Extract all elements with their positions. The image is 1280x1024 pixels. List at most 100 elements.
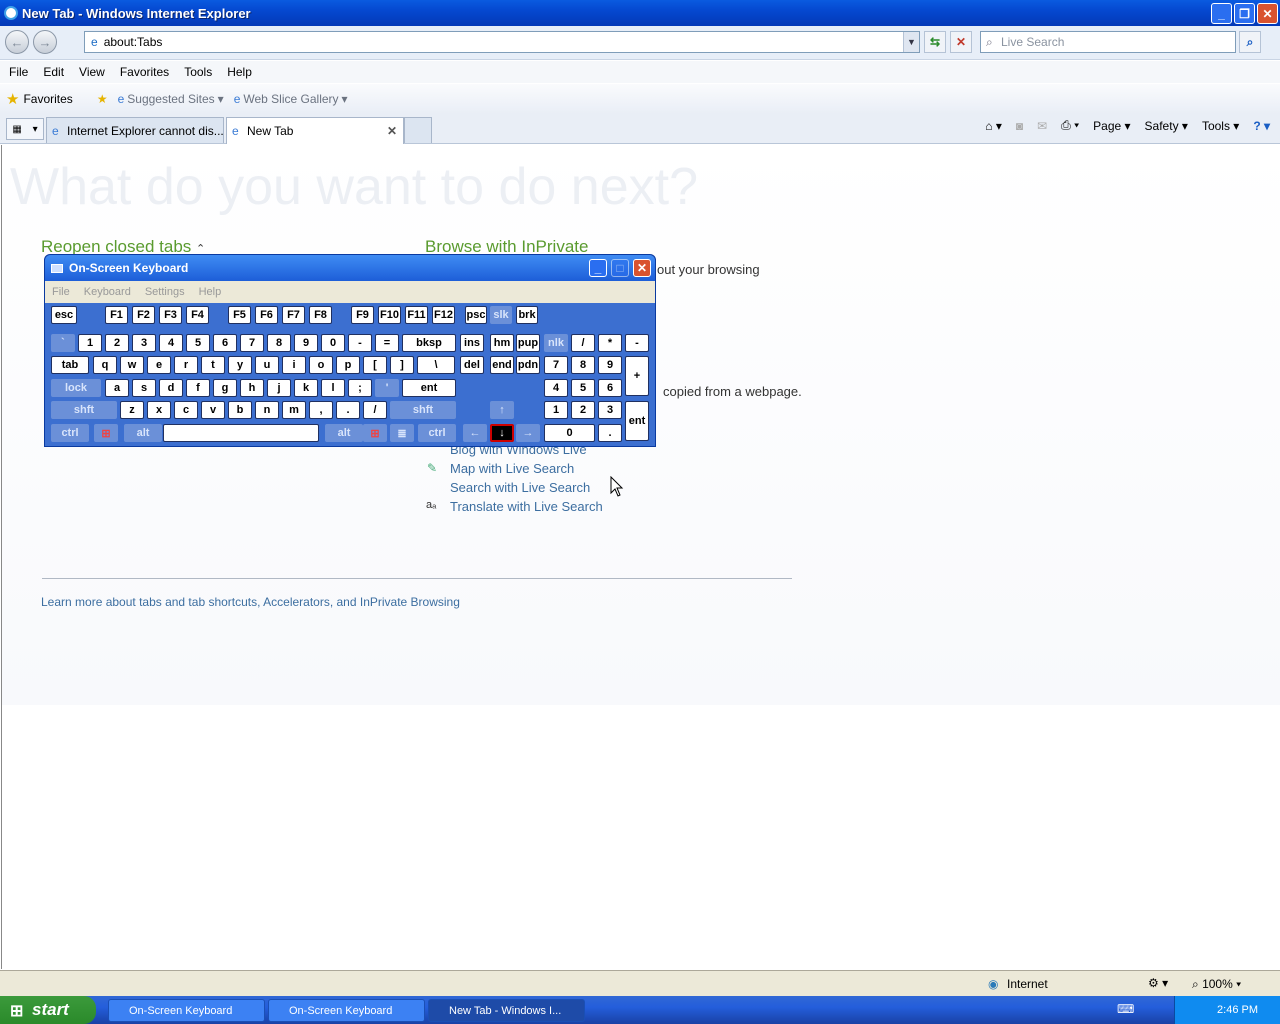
key-end[interactable]: end <box>490 356 514 374</box>
menu-file[interactable]: File <box>9 65 28 79</box>
key-[interactable]: → <box>516 424 540 442</box>
print-icon[interactable]: ⎙ ▾ <box>1061 118 1079 133</box>
feeds-icon[interactable]: ◙ <box>1016 119 1023 133</box>
key-[interactable]: ' <box>375 379 399 397</box>
key-[interactable]: ` <box>51 334 75 352</box>
key-space[interactable] <box>163 424 319 442</box>
key-3[interactable]: 3 <box>598 401 622 419</box>
key-4[interactable]: 4 <box>544 379 568 397</box>
osk-menu-keyboard[interactable]: Keyboard <box>84 286 131 298</box>
key-[interactable]: * <box>598 334 622 352</box>
key-0[interactable]: 0 <box>544 424 595 442</box>
key-pdn[interactable]: pdn <box>516 356 540 374</box>
key-y[interactable]: y <box>228 356 252 374</box>
key-q[interactable]: q <box>93 356 117 374</box>
tab-error[interactable]: e Internet Explorer cannot dis... <box>46 117 224 143</box>
menu-view[interactable]: View <box>79 65 105 79</box>
key-r[interactable]: r <box>174 356 198 374</box>
menu-help[interactable]: Help <box>227 65 252 79</box>
key-psc[interactable]: psc <box>465 306 487 324</box>
osk-close-button[interactable]: ✕ <box>633 259 651 277</box>
key-a[interactable]: a <box>105 379 129 397</box>
key-8[interactable]: 8 <box>571 356 595 374</box>
search-input[interactable]: ⌕ Live Search <box>980 31 1236 53</box>
key-tab[interactable]: tab <box>51 356 89 374</box>
key-j[interactable]: j <box>267 379 291 397</box>
add-favorite-icon[interactable]: ★ <box>97 92 108 106</box>
key-F10[interactable]: F10 <box>378 306 401 324</box>
translate-link[interactable]: Translate with Live Search <box>450 499 603 514</box>
refresh-button[interactable]: ⇆ <box>924 31 946 53</box>
key-[interactable]: , <box>309 401 333 419</box>
key-alt[interactable]: alt <box>325 424 363 442</box>
menu-edit[interactable]: Edit <box>43 65 64 79</box>
key-[interactable]: - <box>625 334 649 352</box>
read-mail-icon[interactable]: ✉ <box>1037 119 1047 133</box>
key-[interactable]: ↓ <box>490 424 514 442</box>
key-6[interactable]: 6 <box>598 379 622 397</box>
home-icon[interactable]: ⌂ ▾ <box>985 119 1002 133</box>
key-F2[interactable]: F2 <box>132 306 155 324</box>
key-[interactable]: ← <box>463 424 487 442</box>
web-slice-gallery-link[interactable]: e Web Slice Gallery ▾ <box>234 92 348 106</box>
key-[interactable]: / <box>363 401 387 419</box>
windows-key-icon[interactable]: ⊞ <box>94 424 118 442</box>
key-c[interactable]: c <box>174 401 198 419</box>
tab-new-tab[interactable]: e New Tab ✕ <box>226 117 404 144</box>
key-F3[interactable]: F3 <box>159 306 182 324</box>
key-m[interactable]: m <box>282 401 306 419</box>
menu-favorites[interactable]: Favorites <box>120 65 169 79</box>
key-6[interactable]: 6 <box>213 334 237 352</box>
key-[interactable]: . <box>336 401 360 419</box>
key-1[interactable]: 1 <box>78 334 102 352</box>
key-b[interactable]: b <box>228 401 252 419</box>
key-[interactable]: . <box>598 424 622 442</box>
key-l[interactable]: l <box>321 379 345 397</box>
restore-button[interactable]: ❐ <box>1234 3 1255 24</box>
key-2[interactable]: 2 <box>571 401 595 419</box>
key-e[interactable]: e <box>147 356 171 374</box>
key-ent[interactable]: ent <box>402 379 456 397</box>
address-dropdown-icon[interactable]: ▼ <box>903 32 919 52</box>
quick-tabs-button[interactable]: ▦ ▾ <box>6 118 44 140</box>
osk-menu-help[interactable]: Help <box>199 286 222 298</box>
osk-menu-file[interactable]: File <box>52 286 70 298</box>
back-button[interactable]: ← <box>5 30 29 54</box>
key-w[interactable]: w <box>120 356 144 374</box>
key-o[interactable]: o <box>309 356 333 374</box>
key-shft[interactable]: shft <box>51 401 117 419</box>
key-F7[interactable]: F7 <box>282 306 305 324</box>
key-4[interactable]: 4 <box>159 334 183 352</box>
key-9[interactable]: 9 <box>294 334 318 352</box>
key-z[interactable]: z <box>120 401 144 419</box>
key-[interactable]: ] <box>390 356 414 374</box>
help-icon[interactable]: ? ▾ <box>1253 119 1270 133</box>
favorites-button[interactable]: Favorites <box>23 92 72 106</box>
key-k[interactable]: k <box>294 379 318 397</box>
taskbar-item-osk-1[interactable]: On-Screen Keyboard <box>108 999 265 1022</box>
page-menu[interactable]: Page ▾ <box>1093 119 1130 133</box>
key-ins[interactable]: ins <box>460 334 484 352</box>
forward-button[interactable]: → <box>33 30 57 54</box>
key-pup[interactable]: pup <box>516 334 540 352</box>
key-d[interactable]: d <box>159 379 183 397</box>
tools-menu[interactable]: Tools ▾ <box>1202 119 1239 133</box>
key-7[interactable]: 7 <box>544 356 568 374</box>
key-1[interactable]: 1 <box>544 401 568 419</box>
key-0[interactable]: 0 <box>321 334 345 352</box>
key-F6[interactable]: F6 <box>255 306 278 324</box>
start-button[interactable]: ⊞ start <box>0 996 96 1024</box>
key-t[interactable]: t <box>201 356 225 374</box>
key-F5[interactable]: F5 <box>228 306 251 324</box>
key-alt[interactable]: alt <box>124 424 162 442</box>
key-5[interactable]: 5 <box>571 379 595 397</box>
key-[interactable]: + <box>625 356 649 396</box>
key-slk[interactable]: slk <box>490 306 512 324</box>
key-F9[interactable]: F9 <box>351 306 374 324</box>
key-F11[interactable]: F11 <box>405 306 428 324</box>
key-p[interactable]: p <box>336 356 360 374</box>
key-F12[interactable]: F12 <box>432 306 455 324</box>
safety-menu[interactable]: Safety ▾ <box>1145 119 1188 133</box>
key-7[interactable]: 7 <box>240 334 264 352</box>
key-n[interactable]: n <box>255 401 279 419</box>
